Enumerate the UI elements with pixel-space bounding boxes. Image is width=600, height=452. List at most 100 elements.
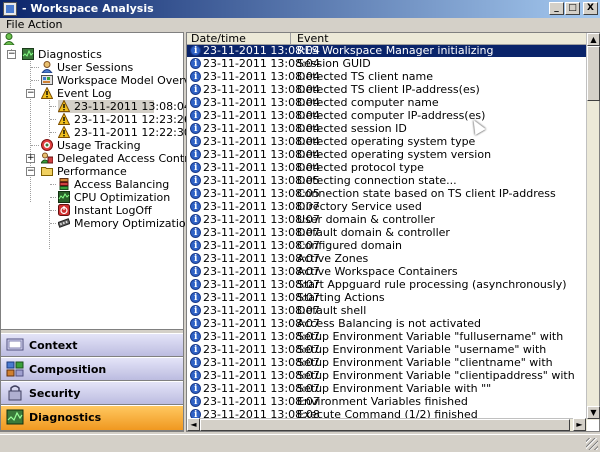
usage-tracking-icon <box>41 139 53 151</box>
row-event: Detected protocol type <box>297 161 424 174</box>
table-row[interactable]: 23-11-2011 13:08:04Detected operating sy… <box>187 149 587 161</box>
row-event: Detected session ID <box>297 122 407 135</box>
tree-node-user-sessions[interactable]: User Sessions <box>41 61 133 74</box>
row-event: Connection state based on TS client IP-a… <box>297 187 556 200</box>
table-row[interactable]: 23-11-2011 13:08:07Default domain & cont… <box>187 227 587 239</box>
expander-delegated-access[interactable]: + <box>26 154 35 163</box>
info-icon <box>190 58 201 70</box>
event-rows: 23-11-2011 13:08:04RES Workspace Manager… <box>187 45 587 420</box>
menu-file[interactable]: File <box>6 18 24 31</box>
minimize-button[interactable]: _ <box>549 2 564 15</box>
nav-button-context[interactable]: Context <box>1 333 183 357</box>
table-row[interactable]: 23-11-2011 13:08:04Detected computer nam… <box>187 97 587 109</box>
memory-icon <box>57 217 71 229</box>
table-row[interactable]: 23-11-2011 13:08:07Access Balancing is n… <box>187 318 587 330</box>
table-row[interactable]: 23-11-2011 13:08:04Detected session ID <box>187 123 587 135</box>
table-row[interactable]: 23-11-2011 13:08:04Detected TS client na… <box>187 71 587 83</box>
table-row[interactable]: 23-11-2011 13:08:04Detected computer IP-… <box>187 110 587 122</box>
scroll-left-button[interactable]: ◄ <box>187 418 200 431</box>
tree-node-log-entry[interactable]: 23-11-2011 12:23:26 <box>57 112 191 126</box>
warning-icon <box>57 112 71 125</box>
info-icon <box>190 84 201 96</box>
table-row[interactable]: 23-11-2011 13:08:07Starting Actions <box>187 292 587 304</box>
tree-node-instant-logoff[interactable]: Instant LogOff <box>58 204 152 217</box>
tree-node-diagnostics[interactable]: Diagnostics <box>22 48 102 61</box>
nav-button-security[interactable]: Security <box>1 381 183 405</box>
tree-node-usage-tracking[interactable]: Usage Tracking <box>41 139 141 152</box>
table-row[interactable]: 23-11-2011 13:08:05Connection state base… <box>187 188 587 200</box>
close-button[interactable]: X <box>583 2 598 15</box>
info-icon <box>190 123 201 135</box>
hscroll-thumb[interactable] <box>200 419 570 431</box>
status-bar <box>0 434 600 452</box>
tree-node-log-entry[interactable]: 23-11-2011 12:22:30 <box>57 125 191 139</box>
table-row[interactable]: 23-11-2011 13:08:04Detected operating sy… <box>187 136 587 148</box>
column-header-event[interactable]: Event <box>293 33 329 44</box>
scroll-thumb[interactable] <box>587 46 600 101</box>
row-event: Detected TS client name <box>297 70 434 83</box>
row-event: User domain & controller <box>297 213 435 226</box>
table-row[interactable]: 23-11-2011 13:08:04RES Workspace Manager… <box>187 45 587 57</box>
tree-node-workspace-model[interactable]: Workspace Model Overview <box>41 74 209 87</box>
table-row[interactable]: 23-11-2011 13:08:04Session GUID <box>187 58 587 70</box>
workspace-model-icon <box>41 74 53 86</box>
row-event: Setup Environment Variable "username" wi… <box>297 343 547 356</box>
info-icon <box>190 266 201 278</box>
tree-node-event-log[interactable]: Event Log <box>40 86 112 100</box>
resize-grip[interactable] <box>586 438 598 450</box>
table-row[interactable]: 23-11-2011 13:08:07Setup Environment Var… <box>187 370 587 382</box>
tree-node-cpu-optimization[interactable]: CPU Optimization <box>58 191 170 204</box>
table-row[interactable]: 23-11-2011 13:08:04Detected protocol typ… <box>187 162 587 174</box>
info-icon <box>190 110 201 122</box>
tree-node-delegated-access[interactable]: Delegated Access Control <box>40 152 198 165</box>
table-row[interactable]: 23-11-2011 13:08:07Default shell <box>187 305 587 317</box>
tree-node-memory-optimization[interactable]: Memory Optimization <box>57 217 193 230</box>
table-row[interactable]: 23-11-2011 13:08:07Environment Variables… <box>187 396 587 408</box>
row-event: Detected operating system type <box>297 135 476 148</box>
row-event: RES Workspace Manager initializing <box>297 45 494 57</box>
expander-event-log[interactable]: − <box>26 89 35 98</box>
menu-action[interactable]: Action <box>28 18 62 31</box>
row-event: Directory Service used <box>297 200 422 213</box>
tree-node-access-balancing[interactable]: Access Balancing <box>58 178 169 191</box>
maximize-button[interactable]: □ <box>565 2 580 15</box>
column-header-datetime[interactable]: Date/time <box>187 33 291 45</box>
row-event: Setup Environment Variable "fullusername… <box>297 330 564 343</box>
delegated-access-icon <box>40 152 54 164</box>
table-row[interactable]: 23-11-2011 13:08:07Configured domain <box>187 240 587 252</box>
table-row[interactable]: 23-11-2011 13:08:07Setup Environment Var… <box>187 357 587 369</box>
tree-node-log-entry[interactable]: 23-11-2011 13:08:04 <box>57 99 191 113</box>
table-row[interactable]: 23-11-2011 13:08:07Start Appguard rule p… <box>187 279 587 291</box>
row-event: Start Appguard rule processing (asynchro… <box>297 278 567 291</box>
scroll-right-button[interactable]: ► <box>573 418 586 431</box>
info-icon <box>190 292 201 304</box>
table-row[interactable]: 23-11-2011 13:08:04Detected TS client IP… <box>187 84 587 96</box>
table-row[interactable]: 23-11-2011 13:08:07Active Workspace Cont… <box>187 266 587 278</box>
expander-diagnostics[interactable]: − <box>7 50 16 59</box>
security-icon <box>6 385 24 401</box>
vertical-scrollbar[interactable]: ▲ ▼ <box>586 33 600 420</box>
app-icon[interactable] <box>3 2 17 16</box>
table-row[interactable]: 23-11-2011 13:08:07User domain & control… <box>187 214 587 226</box>
scroll-up-button[interactable]: ▲ <box>587 33 600 46</box>
horizontal-scrollbar[interactable]: ◄ ► <box>187 418 587 431</box>
table-row[interactable]: 23-11-2011 13:08:07Setup Environment Var… <box>187 344 587 356</box>
table-row[interactable]: 23-11-2011 13:08:07Active Zones <box>187 253 587 265</box>
scroll-down-button[interactable]: ▼ <box>587 406 600 419</box>
info-icon <box>190 175 201 187</box>
table-row[interactable]: 23-11-2011 13:08:07Setup Environment Var… <box>187 331 587 343</box>
nav-button-composition[interactable]: Composition <box>1 357 183 381</box>
table-row[interactable]: 23-11-2011 13:08:05Detecting connection … <box>187 175 587 187</box>
info-icon <box>190 227 201 239</box>
row-event: Environment Variables finished <box>297 395 468 408</box>
table-row[interactable]: 23-11-2011 13:08:07Setup Environment Var… <box>187 383 587 395</box>
table-row[interactable]: 23-11-2011 13:08:07Directory Service use… <box>187 201 587 213</box>
row-event: Detected operating system version <box>297 148 492 161</box>
power-icon <box>58 204 70 216</box>
row-event: Configured domain <box>297 239 402 252</box>
nav-button-diagnostics[interactable]: Diagnostics <box>1 405 183 431</box>
row-event: Setup Environment Variable "clientname" … <box>297 356 553 369</box>
expander-performance[interactable]: − <box>26 167 35 176</box>
info-icon <box>190 149 201 161</box>
tree-node-performance[interactable]: Performance <box>41 165 127 178</box>
